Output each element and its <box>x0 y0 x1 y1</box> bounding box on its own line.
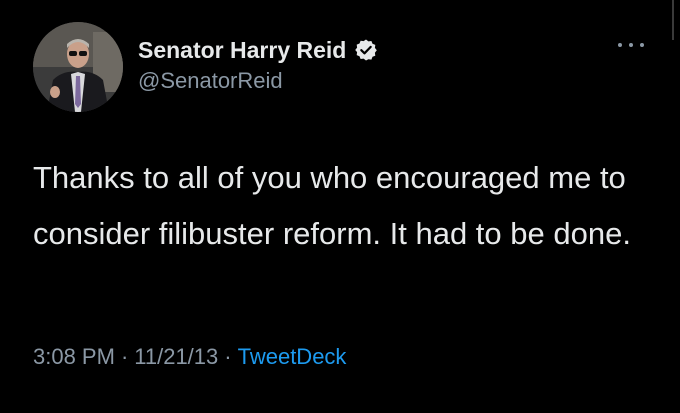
meta-separator: · <box>120 344 129 369</box>
tweet-time[interactable]: 3:08 PM <box>33 344 115 370</box>
more-dot <box>618 43 622 47</box>
tweet-text: Thanks to all of you who encouraged me t… <box>33 160 631 251</box>
display-name[interactable]: Senator Harry Reid <box>138 37 346 64</box>
author-name-row: Senator Harry Reid <box>138 33 378 67</box>
tweet-meta: 3:08 PM · 11/21/13 · TweetDeck <box>33 344 346 370</box>
more-dot <box>629 43 633 47</box>
tweet-source-link[interactable]: TweetDeck <box>238 344 347 370</box>
more-options-icon[interactable] <box>618 38 644 52</box>
meta-separator: · <box>224 344 232 369</box>
tweet-card: Senator Harry Reid @SenatorReid Thanks t… <box>0 0 680 413</box>
handle[interactable]: @SenatorReid <box>138 68 283 94</box>
scrollbar[interactable] <box>672 0 674 40</box>
avatar[interactable] <box>33 22 123 112</box>
avatar-photo <box>33 22 123 112</box>
tweet-date[interactable]: 11/21/13 <box>134 344 218 370</box>
verified-badge-icon <box>355 39 378 61</box>
more-dot <box>640 43 644 47</box>
